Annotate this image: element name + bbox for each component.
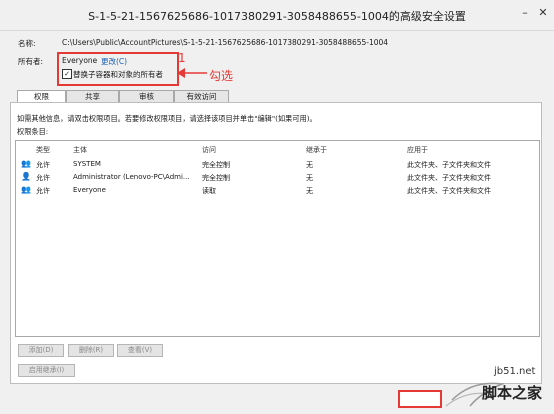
cell-type: 允许 (36, 174, 50, 182)
user-icon: 👤 (21, 172, 31, 181)
cell-apply: 此文件夹、子文件夹和文件 (407, 187, 491, 195)
arrow-icon (177, 68, 207, 78)
cell-inherit: 无 (306, 174, 313, 182)
enable-inheritance-button[interactable]: 启用继承(I) (18, 364, 75, 377)
remove-button[interactable]: 删除(R) (68, 344, 114, 357)
cell-access: 完全控制 (202, 174, 230, 182)
cell-access: 读取 (202, 187, 216, 195)
window-title: S-1-5-21-1567625686-1017380291-305848865… (88, 10, 466, 23)
ok-button-highlight[interactable] (398, 390, 442, 408)
cell-apply: 此文件夹、子文件夹和文件 (407, 174, 491, 182)
add-button[interactable]: 添加(D) (18, 344, 64, 357)
replace-owner-checkbox[interactable]: ✓ (62, 69, 72, 79)
column-inherit[interactable]: 继承于 (306, 145, 327, 155)
cell-access: 完全控制 (202, 161, 230, 169)
column-apply[interactable]: 应用于 (407, 145, 428, 155)
column-type[interactable]: 类型 (36, 145, 50, 155)
cell-principal: Administrator (Lenovo-PC\Admi... (73, 173, 190, 181)
view-button[interactable]: 查看(V) (117, 344, 163, 357)
name-label: 名称: (18, 39, 36, 48)
watermark-brand: 脚本之家 (482, 384, 543, 402)
column-principal[interactable]: 主体 (73, 145, 87, 155)
table-row[interactable]: 👥 允许 Everyone 读取 无 此文件夹、子文件夹和文件 (16, 184, 539, 196)
cell-type: 允许 (36, 187, 50, 195)
permission-entries-label: 权限条目: (17, 127, 49, 136)
table-row[interactable]: 👥 允许 SYSTEM 完全控制 无 此文件夹、子文件夹和文件 (16, 158, 539, 170)
cell-apply: 此文件夹、子文件夹和文件 (407, 161, 491, 169)
cell-inherit: 无 (306, 161, 313, 169)
users-icon: 👥 (21, 159, 31, 168)
cell-inherit: 无 (306, 187, 313, 195)
cell-principal: SYSTEM (73, 160, 101, 168)
replace-owner-label: 替换子容器和对象的所有者 (73, 70, 163, 79)
name-value: C:\Users\Public\AccountPictures\S-1-5-21… (62, 38, 389, 47)
close-icon[interactable]: ✕ (536, 6, 550, 19)
annotation-text: 勾选 (209, 69, 234, 83)
info-text: 如需其他信息，请双击权限项目。若要修改权限项目，请选择该项目并单击"编辑"(如果… (17, 114, 317, 123)
column-access[interactable]: 访问 (202, 145, 216, 155)
permission-list[interactable]: 类型 主体 访问 继承于 应用于 👥 允许 SYSTEM 完全控制 无 此文件夹… (15, 140, 540, 337)
users-icon: 👥 (21, 185, 31, 194)
annotation-number: 1 (178, 51, 186, 65)
owner-label: 所有者: (18, 57, 44, 66)
title-bar: S-1-5-21-1567625686-1017380291-305848865… (0, 0, 554, 31)
cell-type: 允许 (36, 161, 50, 169)
table-row[interactable]: 👤 允许 Administrator (Lenovo-PC\Admi... 完全… (16, 171, 539, 183)
watermark: jb51.net 脚本之家 (442, 362, 554, 412)
minimize-icon[interactable]: – (518, 6, 532, 19)
cell-principal: Everyone (73, 186, 106, 194)
watermark-site: jb51.net (494, 366, 536, 377)
